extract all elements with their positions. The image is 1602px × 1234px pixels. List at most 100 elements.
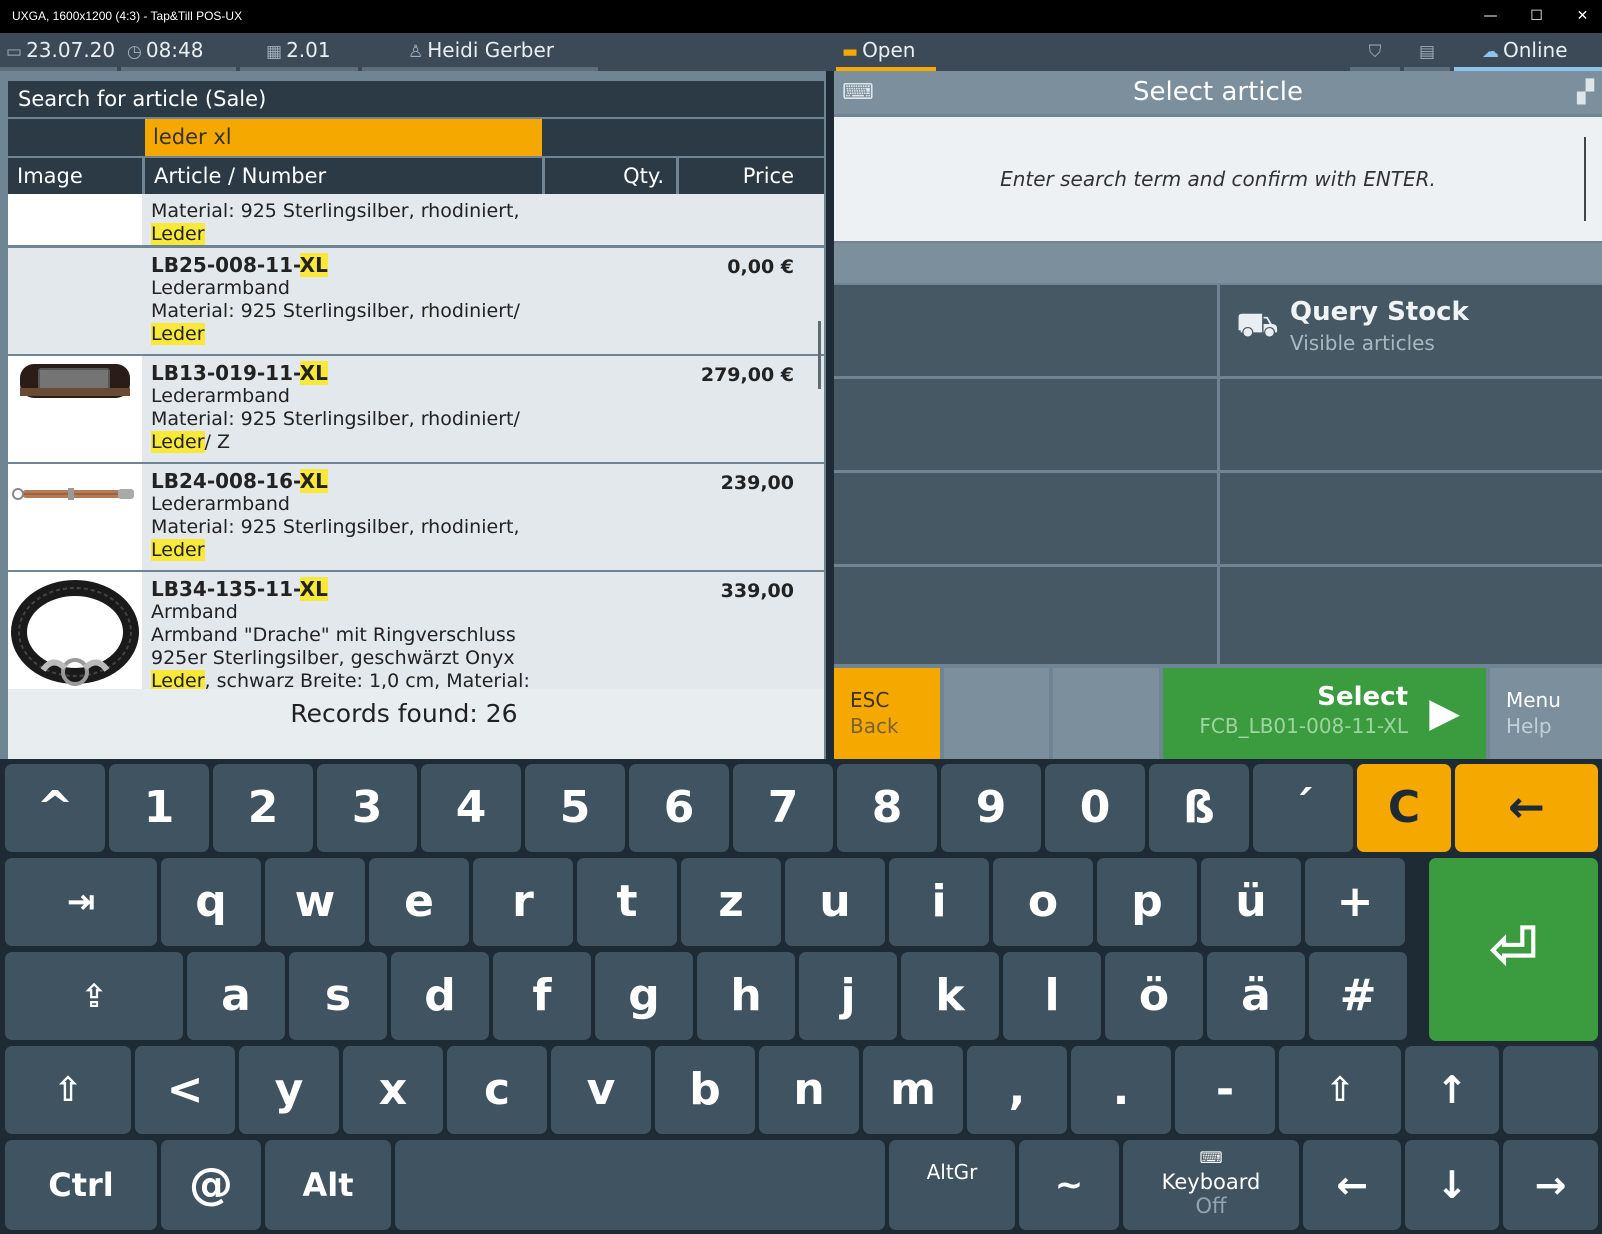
keyboard-small-icon[interactable]: ⌨ [842, 71, 874, 114]
key-5[interactable]: 5 [525, 764, 625, 852]
key-ae[interactable]: ä [1207, 952, 1305, 1040]
esc-button[interactable]: ESC Back [834, 668, 940, 759]
function-cell[interactable] [1220, 473, 1602, 564]
online-status[interactable]: ☁ Online [1454, 33, 1602, 71]
tab-key[interactable]: ⇥ [5, 858, 157, 946]
key-oe[interactable]: ö [1105, 952, 1203, 1040]
table-row[interactable]: LB13-019-11-XL Lederarmband Material: 92… [8, 356, 824, 462]
function-cell[interactable] [834, 379, 1217, 470]
at-key[interactable]: @ [161, 1140, 261, 1230]
query-stock-button[interactable]: ⛟ Query Stock Visible articles [1220, 285, 1602, 376]
key-3[interactable]: 3 [317, 764, 417, 852]
table-row[interactable]: LB34-135-11-XL Armband Armband "Drache" … [8, 572, 824, 689]
key-t[interactable]: t [577, 858, 677, 946]
key-v[interactable]: v [551, 1046, 651, 1134]
select-button[interactable]: Select FCB_LB01-008-11-XL ▶ [1163, 668, 1486, 759]
key-b[interactable]: b [655, 1046, 755, 1134]
drawer-status[interactable]: ▬ Open [836, 33, 936, 71]
table-row[interactable]: Material: 925 Sterlingsilber, rhodiniert… [8, 194, 824, 245]
key-e[interactable]: e [369, 858, 469, 946]
keyboard-off-button[interactable]: ⌨ Keyboard Off [1123, 1140, 1299, 1230]
key-period[interactable]: . [1071, 1046, 1171, 1134]
blank-key[interactable] [1503, 1046, 1598, 1134]
shift-left-key[interactable]: ⇧ [5, 1046, 131, 1134]
function-cell[interactable] [1220, 379, 1602, 470]
table-row[interactable]: LB25-008-11-XL Lederarmband Material: 92… [8, 248, 824, 354]
key-s[interactable]: s [289, 952, 387, 1040]
key-7[interactable]: 7 [733, 764, 833, 852]
caps-lock-key[interactable]: ⇪ [5, 952, 183, 1040]
enter-button[interactable]: ⏎ [1429, 858, 1598, 1041]
function-cell[interactable] [834, 473, 1217, 564]
close-button[interactable]: ✕ [1560, 0, 1602, 33]
key-comma[interactable]: , [967, 1046, 1067, 1134]
key-f[interactable]: f [493, 952, 591, 1040]
key-9[interactable]: 9 [941, 764, 1041, 852]
function-cell[interactable] [834, 567, 1217, 664]
key-n[interactable]: n [759, 1046, 859, 1134]
input-display[interactable]: Enter search term and confirm with ENTER… [834, 117, 1602, 241]
status-user[interactable]: ♙ Heidi Gerber [362, 33, 598, 71]
key-r[interactable]: r [473, 858, 573, 946]
function-button[interactable] [944, 668, 1049, 759]
key-4[interactable]: 4 [421, 764, 521, 852]
key-p[interactable]: p [1097, 858, 1197, 946]
ctrl-key[interactable]: Ctrl [5, 1140, 157, 1230]
key-l[interactable]: l [1003, 952, 1101, 1040]
space-key[interactable] [395, 1140, 885, 1230]
clear-button[interactable]: C [1357, 764, 1451, 852]
key-x[interactable]: x [343, 1046, 443, 1134]
key-a[interactable]: a [187, 952, 285, 1040]
key-h[interactable]: h [697, 952, 795, 1040]
key-ue[interactable]: ü [1201, 858, 1301, 946]
menu-button[interactable]: Menu Help [1490, 668, 1602, 759]
key-less[interactable]: < [135, 1046, 235, 1134]
function-button[interactable] [1053, 668, 1159, 759]
maximize-button[interactable]: ☐ [1514, 0, 1559, 33]
key-caret[interactable]: ^ [5, 764, 105, 852]
key-y[interactable]: y [239, 1046, 339, 1134]
key-hash[interactable]: # [1309, 952, 1407, 1040]
table-row[interactable]: LB24-008-16-XL Lederarmband Material: 92… [8, 464, 824, 570]
search-input[interactable]: leder xl [145, 119, 542, 156]
key-z[interactable]: z [681, 858, 781, 946]
results-list[interactable]: Material: 925 Sterlingsilber, rhodiniert… [8, 194, 824, 689]
key-g[interactable]: g [595, 952, 693, 1040]
key-minus[interactable]: - [1175, 1046, 1275, 1134]
backspace-button[interactable]: ← [1455, 764, 1598, 852]
arrow-left-key[interactable]: ← [1303, 1140, 1401, 1230]
key-8[interactable]: 8 [837, 764, 937, 852]
tilde-key[interactable]: ~ [1019, 1140, 1119, 1230]
key-m[interactable]: m [863, 1046, 963, 1134]
key-k[interactable]: k [901, 952, 999, 1040]
key-j[interactable]: j [799, 952, 897, 1040]
shift-right-key[interactable]: ⇧ [1279, 1046, 1401, 1134]
col-price[interactable]: Price [679, 158, 824, 194]
key-o[interactable]: o [993, 858, 1093, 946]
col-article[interactable]: Article / Number [145, 158, 545, 194]
key-0[interactable]: 0 [1045, 764, 1145, 852]
minimize-button[interactable]: — [1468, 0, 1513, 33]
col-image[interactable]: Image [8, 158, 145, 194]
alt-key[interactable]: Alt [265, 1140, 391, 1230]
function-cell[interactable] [834, 285, 1217, 376]
scrollbar[interactable] [818, 321, 821, 389]
key-1[interactable]: 1 [109, 764, 209, 852]
key-i[interactable]: i [889, 858, 989, 946]
key-plus[interactable]: + [1305, 858, 1405, 946]
key-c[interactable]: c [447, 1046, 547, 1134]
function-cell[interactable] [1220, 567, 1602, 664]
shield-icon[interactable]: ⛉ [1350, 33, 1400, 71]
col-qty[interactable]: Qty. [545, 158, 679, 194]
key-u[interactable]: u [785, 858, 885, 946]
arrow-down-key[interactable]: ↓ [1405, 1140, 1499, 1230]
key-w[interactable]: w [265, 858, 365, 946]
key-d[interactable]: d [391, 952, 489, 1040]
altgr-key[interactable]: AltGr [889, 1140, 1015, 1230]
key-eszett[interactable]: ß [1149, 764, 1249, 852]
arrow-up-key[interactable]: ↑ [1405, 1046, 1499, 1134]
printer-icon[interactable]: ▤ [1404, 33, 1450, 71]
layout-icon[interactable]: ▞ [1577, 71, 1594, 114]
key-2[interactable]: 2 [213, 764, 313, 852]
key-6[interactable]: 6 [629, 764, 729, 852]
